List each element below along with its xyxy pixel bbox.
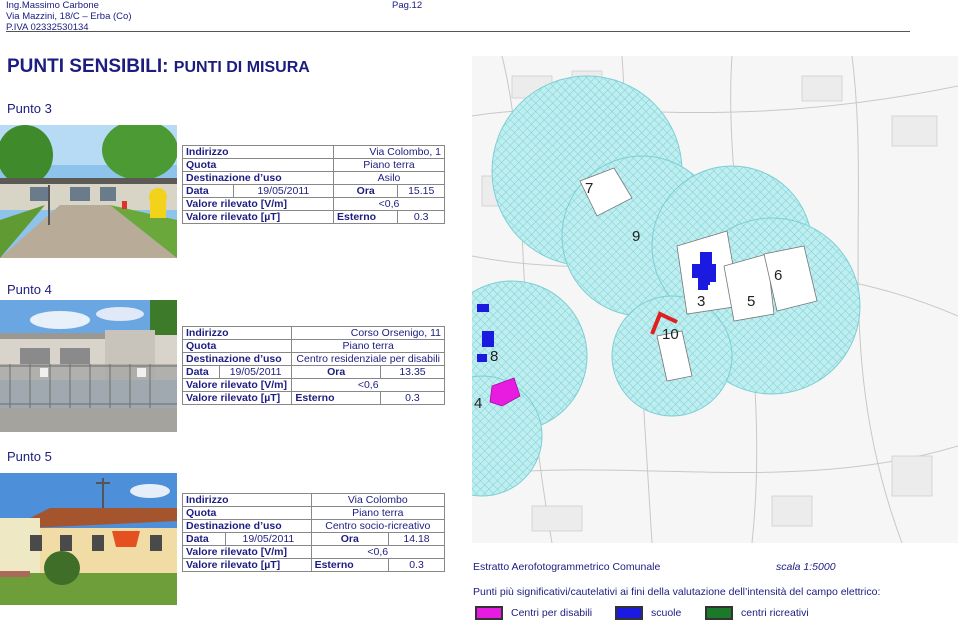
page-title: PUNTI SENSIBILI: PUNTI DI MISURA [7,56,310,78]
data-value: 19/05/2011 [225,532,312,546]
esterno-label: Esterno [310,558,390,572]
quota-label: Quota [182,158,334,172]
data-value: 19/05/2011 [218,365,293,379]
photo-punto-3 [0,125,177,258]
header-address: Via Mazzini, 18/C – Erba (Co) [6,11,132,22]
quota-value: Piano terra [310,506,446,520]
ora-value: 15.15 [397,184,445,198]
title-sub: PUNTI DI MISURA [173,59,310,76]
map-scale: scala 1:5000 [776,561,836,573]
header-divider [6,31,910,32]
legend-item-scuole: scuole [615,604,681,622]
indirizzo-value: Corso Orsenigo, 11 [291,326,445,340]
valore-ut-value: 0.3 [379,391,446,405]
indirizzo-label: Indirizzo [182,145,334,159]
ora-label: Ora [291,365,381,379]
destinazione-label: Destinazione d’uso [181,352,293,366]
punto-label-5: Punto 5 [7,449,52,464]
title-main: PUNTI SENSIBILI: [7,56,169,77]
data-label: Data [182,184,234,198]
valore-ut-label: Valore rilevato [µT] [182,210,334,224]
valore-vm-label: Valore rilevato [V/m] [182,545,312,559]
map-number-10: 10 [662,326,679,343]
info-table-punto-5: Indirizzo Via Colombo Quota Piano terra … [181,493,446,572]
valore-vm-value: <0,6 [291,378,445,392]
legend-swatch-blue [615,606,643,620]
data-value: 19/05/2011 [232,184,334,198]
info-table-punto-3: Indirizzo Via Colombo, 1 Quota Piano ter… [182,145,446,224]
legend-label: scuole [651,607,682,619]
map-number-8: 8 [490,348,498,365]
valore-ut-label: Valore rilevato [µT] [182,558,312,572]
page-number: Pag.12 [392,0,423,11]
destinazione-value: Centro residenziale per disabili [291,352,445,366]
data-label: Data [182,365,220,379]
map-number-5: 5 [747,293,755,310]
valore-ut-value: 0.3 [388,558,445,572]
esterno-label: Esterno [291,391,381,405]
ora-value: 14.18 [388,532,445,546]
indirizzo-label: Indirizzo [182,493,312,507]
esterno-label: Esterno [332,210,399,224]
info-table-punto-4: Indirizzo Corso Orsenigo, 11 Quota Piano… [181,326,446,405]
map-number-6: 6 [774,267,782,284]
indirizzo-value: Via Colombo, 1 [332,145,446,159]
map-caption: Estratto Aerofotogrammetrico Comunale [473,561,661,573]
valore-vm-value: <0,6 [310,545,446,559]
legend-swatch-magenta [475,606,503,620]
legend-intro: Punti più significativi/cautelativi ai f… [473,586,881,598]
data-label: Data [181,532,227,546]
legend-swatch-green [705,606,733,620]
map-number-4: 4 [474,395,482,412]
valore-ut-label: Valore rilevato [µT] [181,391,293,405]
photo-punto-5 [0,473,177,605]
map-number-7: 7 [585,180,593,197]
legend-item-disabili: Centri per disabili [475,604,592,622]
quota-label: Quota [181,339,293,353]
aerophotogrammetric-map: 7 9 6 3 5 10 8 4 [472,56,958,543]
destinazione-value: Centro socio-ricreativo [310,519,446,533]
ora-label: Ora [332,184,399,198]
valore-vm-label: Valore rilevato [V/m] [182,197,334,211]
destinazione-value: Asilo [332,171,446,185]
destinazione-label: Destinazione d’uso [182,519,312,533]
destinazione-label: Destinazione d’uso [182,171,334,185]
indirizzo-label: Indirizzo [181,326,293,340]
quota-value: Piano terra [332,158,446,172]
legend-label: Centri per disabili [511,607,593,619]
indirizzo-value: Via Colombo [310,493,446,507]
punto-label-3: Punto 3 [7,101,52,116]
valore-ut-value: 0.3 [397,210,445,224]
ora-label: Ora [310,532,390,546]
page-header-address: Ing.Massimo Carbone Via Mazzini, 18/C – … [6,0,132,33]
map-number-3: 3 [697,293,705,310]
legend-item-ricreativi: centri ricreativi [705,604,809,622]
map-number-9: 9 [632,228,640,245]
header-author: Ing.Massimo Carbone [6,0,99,11]
quota-label: Quota [182,506,312,520]
valore-vm-value: <0,6 [332,197,446,211]
legend-label: centri ricreativi [741,607,809,619]
ora-value: 13.35 [379,365,446,379]
photo-punto-4 [0,300,177,432]
punto-label-4: Punto 4 [7,282,52,297]
valore-vm-label: Valore rilevato [V/m] [181,378,293,392]
quota-value: Piano terra [291,339,445,353]
